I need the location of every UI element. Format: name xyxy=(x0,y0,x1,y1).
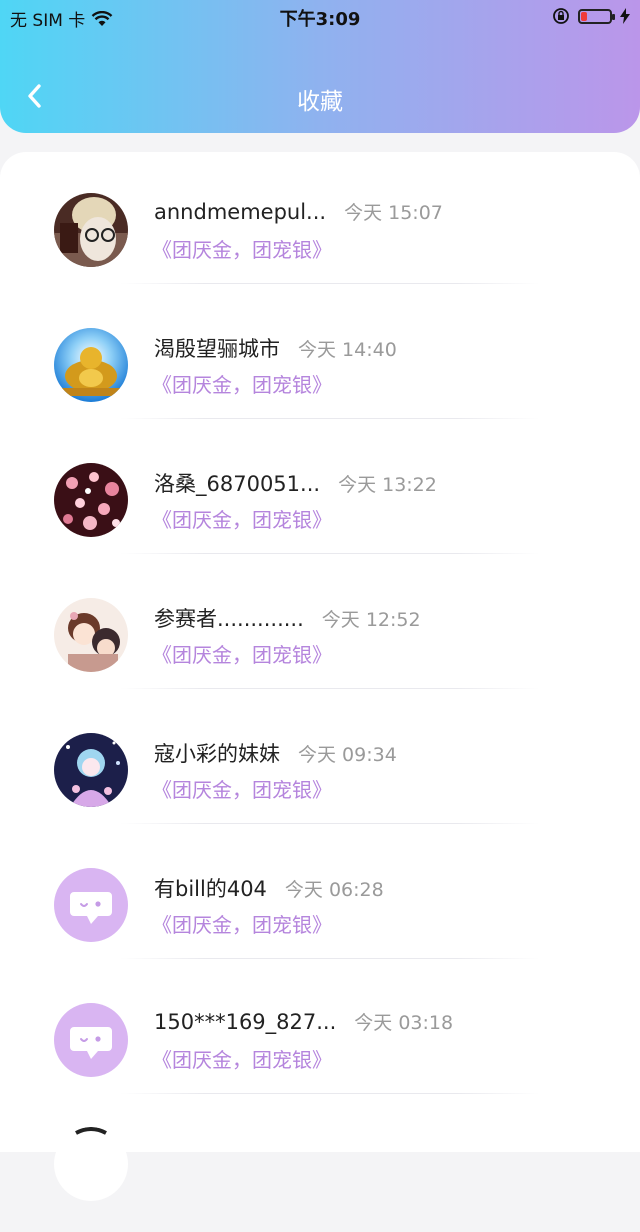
anime-avatar-icon xyxy=(54,598,128,672)
header: 无 SIM 卡 下午3:09 收藏 xyxy=(0,0,640,133)
timestamp: 今天 13:22 xyxy=(338,474,437,496)
timestamp: 今天 09:34 xyxy=(298,744,397,766)
default-chat-avatar-icon xyxy=(54,1003,128,1077)
timestamp: 今天 06:28 xyxy=(284,879,384,901)
favorites-list: anndmemepul... 今天 15:07 《团厌金，团宠银》 渴殷望骊城市… xyxy=(0,152,640,1201)
anime-avatar-icon xyxy=(54,733,128,807)
favorite-title[interactable]: 《团厌金，团宠银》 xyxy=(152,504,332,533)
status-bar: 无 SIM 卡 下午3:09 xyxy=(0,0,640,34)
favorite-title[interactable]: 《团厌金，团宠银》 xyxy=(152,234,332,263)
battery-icon xyxy=(578,8,615,24)
user-name: 参赛者............. xyxy=(154,607,304,631)
list-item[interactable]: 洛桑_6870051... 今天 13:22 《团厌金，团宠银》 xyxy=(0,422,640,557)
timestamp: 今天 14:40 xyxy=(298,339,397,361)
avatar[interactable] xyxy=(54,868,128,942)
divider xyxy=(120,688,540,689)
favorite-title[interactable]: 《团厌金，团宠银》 xyxy=(152,909,332,938)
blossom-avatar-icon xyxy=(54,463,128,537)
divider xyxy=(120,553,540,554)
timestamp: 今天 15:07 xyxy=(344,202,443,224)
divider xyxy=(120,283,540,284)
photo-avatar-icon xyxy=(54,193,128,267)
list-item[interactable]: 渴殷望骊城市 今天 14:40 《团厌金，团宠银》 xyxy=(0,287,640,422)
avatar[interactable] xyxy=(54,193,128,267)
divider xyxy=(120,1093,540,1094)
user-name: 寇小彩的妹妹 xyxy=(154,742,280,766)
list-item[interactable] xyxy=(0,1097,640,1232)
list-item[interactable]: 有bill的404 今天 06:28 《团厌金，团宠银》 xyxy=(0,827,640,962)
rotation-lock-icon xyxy=(553,8,569,24)
partial-avatar-icon xyxy=(75,1127,107,1135)
avatar[interactable] xyxy=(54,463,128,537)
favorite-title[interactable]: 《团厌金，团宠银》 xyxy=(152,1044,332,1073)
avatar[interactable] xyxy=(54,1127,128,1201)
default-chat-avatar-icon xyxy=(54,868,128,942)
clock: 下午3:09 xyxy=(279,9,361,30)
divider xyxy=(120,958,540,959)
list-item[interactable]: 寇小彩的妹妹 今天 09:34 《团厌金，团宠银》 xyxy=(0,692,640,827)
user-name: 渴殷望骊城市 xyxy=(154,337,280,361)
divider xyxy=(120,823,540,824)
buddha-avatar-icon xyxy=(54,328,128,402)
charging-bolt-icon xyxy=(620,8,630,24)
avatar[interactable] xyxy=(54,598,128,672)
list-item[interactable]: 参赛者............. 今天 12:52 《团厌金，团宠银》 xyxy=(0,557,640,692)
divider xyxy=(120,418,540,419)
avatar[interactable] xyxy=(54,328,128,402)
list-item[interactable]: 150***169_827... 今天 03:18 《团厌金，团宠银》 xyxy=(0,962,640,1097)
timestamp: 今天 03:18 xyxy=(354,1012,454,1034)
user-name: 洛桑_6870051... xyxy=(154,472,321,496)
user-name: anndmemepul... xyxy=(154,200,327,224)
avatar[interactable] xyxy=(54,733,128,807)
avatar[interactable] xyxy=(54,1003,128,1077)
favorite-title[interactable]: 《团厌金，团宠银》 xyxy=(152,774,332,803)
favorite-title[interactable]: 《团厌金，团宠银》 xyxy=(152,639,332,668)
list-item[interactable]: anndmemepul... 今天 15:07 《团厌金，团宠银》 xyxy=(0,152,640,287)
timestamp: 今天 12:52 xyxy=(321,609,421,631)
page-title: 收藏 xyxy=(297,89,343,115)
favorite-title[interactable]: 《团厌金，团宠银》 xyxy=(152,369,332,398)
user-name: 有bill的404 xyxy=(154,877,267,901)
user-name: 150***169_827... xyxy=(154,1010,337,1034)
